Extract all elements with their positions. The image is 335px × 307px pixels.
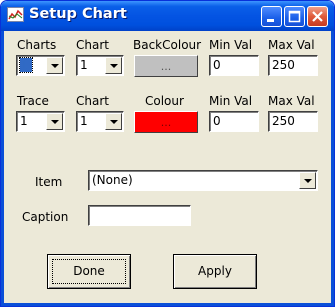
backcolour-button-label: ... (160, 60, 172, 73)
chart-label-1: Chart (76, 38, 109, 52)
maxval-field-2[interactable]: 250 (268, 111, 318, 132)
charts-combo[interactable]: 1 (16, 55, 65, 76)
maximize-icon (288, 10, 301, 23)
minval-label-2: Min Val (209, 94, 253, 108)
chart-value-1: 1 (80, 58, 88, 72)
done-button[interactable]: Done (47, 254, 131, 289)
window-title: Setup Chart (29, 6, 127, 22)
close-icon (312, 11, 323, 22)
frame-right (331, 31, 334, 306)
item-label: Item (35, 175, 63, 189)
minimize-icon (267, 19, 274, 22)
item-combo[interactable]: (None) (88, 170, 318, 191)
chevron-down-icon[interactable] (46, 57, 63, 74)
backcolour-label: BackColour (133, 38, 202, 52)
charts-label: Charts (17, 38, 57, 52)
trace-value: 1 (20, 114, 28, 128)
chart-value-2: 1 (80, 114, 88, 128)
chevron-down-icon[interactable] (46, 113, 63, 130)
backcolour-button[interactable]: ... (134, 55, 198, 77)
done-button-label: Done (73, 264, 105, 278)
apply-button-label: Apply (198, 264, 232, 278)
maxval-label-2: Max Val (268, 94, 315, 108)
maxval-field-1[interactable]: 250 (268, 55, 318, 76)
minval-field-2[interactable]: 0 (209, 111, 259, 132)
caption-label: Caption (22, 210, 69, 224)
chevron-down-icon[interactable] (105, 57, 122, 74)
chart-combo-1[interactable]: 1 (76, 55, 124, 76)
apply-button[interactable]: Apply (173, 254, 257, 289)
chevron-down-icon[interactable] (105, 113, 122, 130)
trace-label: Trace (17, 94, 49, 108)
setup-chart-window: Setup Chart Charts Chart BackColour Min … (0, 0, 335, 307)
title-bar[interactable]: Setup Chart (1, 1, 334, 31)
caption-field[interactable] (88, 205, 191, 226)
frame-left (1, 31, 4, 306)
maximize-button[interactable] (284, 6, 305, 27)
item-value: (None) (92, 173, 133, 187)
chevron-down-icon[interactable] (299, 172, 316, 189)
maxval-label-1: Max Val (268, 38, 315, 52)
minimize-button[interactable] (261, 6, 282, 27)
minval-label-1: Min Val (209, 38, 253, 52)
trace-combo[interactable]: 1 (16, 111, 65, 132)
minval-field-1[interactable]: 0 (209, 55, 259, 76)
chart-combo-2[interactable]: 1 (76, 111, 124, 132)
colour-label: Colour (145, 94, 184, 108)
colour-button-label: ... (160, 116, 172, 129)
charts-value: 1 (19, 57, 33, 73)
close-button[interactable] (307, 6, 328, 27)
chart-icon (7, 7, 24, 22)
colour-button[interactable]: ... (134, 111, 198, 133)
frame-bottom (1, 303, 334, 306)
chart-label-2: Chart (76, 94, 109, 108)
